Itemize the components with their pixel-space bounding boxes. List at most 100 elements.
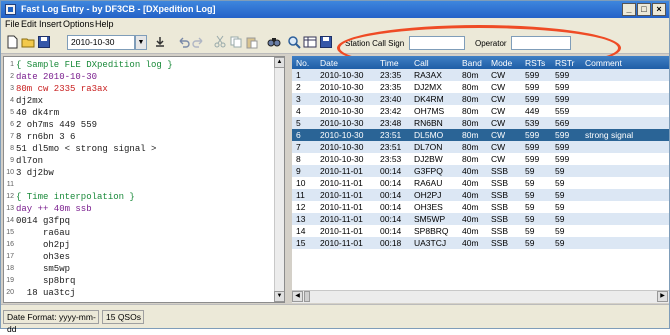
line-number: 13 [6, 205, 14, 212]
scroll-left-arrow-icon[interactable]: ◀ [292, 291, 303, 302]
editor-line[interactable]: 19 sp8brq [4, 275, 278, 287]
column-header[interactable]: RSTr [555, 58, 575, 68]
table-cell: 00:14 [380, 214, 402, 224]
editor-line[interactable]: 3 80m cw 2335 ra3ax [4, 83, 278, 95]
editor-line[interactable]: 2 date 2010-10-30 [4, 71, 278, 83]
table-cell: strong signal [585, 130, 634, 140]
editor-scrollbar[interactable]: ▲ ▼ [274, 57, 284, 302]
table-row[interactable]: 8 2010-10-30 23:53 DJ2BW 80m CW 599 599 [292, 153, 669, 165]
table-cell: 2010-11-01 [320, 226, 363, 236]
column-header[interactable]: RSTs [525, 58, 545, 68]
date-dropdown-button[interactable]: ▼ [135, 35, 147, 50]
table-cell: 599 [555, 130, 570, 140]
column-header[interactable]: Time [380, 58, 399, 68]
log-editor[interactable]: 1{ Sample FLE DXpedition log } 2 date 2010… [3, 56, 285, 303]
copy-icon[interactable] [229, 35, 243, 49]
table-row[interactable]: 2 2010-10-30 23:35 DJ2MX 80m CW 599 599 [292, 81, 669, 93]
editor-line[interactable]: 8 51 dl5mo < strong signal > [4, 143, 278, 155]
close-button[interactable]: × [652, 3, 666, 16]
editor-line[interactable]: 62 oh7ms 449 559 [4, 119, 278, 131]
table-cell: 2010-11-01 [320, 178, 363, 188]
line-text: 0014 g3fpq [16, 216, 71, 226]
search-icon[interactable] [287, 35, 301, 49]
line-text: ra6au [16, 228, 71, 238]
table-row[interactable]: 3 2010-10-30 23:40 DK4RM 80m CW 599 599 [292, 93, 669, 105]
paste-icon[interactable] [245, 35, 259, 49]
column-header[interactable]: Band [462, 58, 482, 68]
scroll-up-arrow-icon[interactable]: ▲ [274, 57, 284, 68]
table-row[interactable]: 4 2010-10-30 23:42 OH7MS 80m CW 449 559 [292, 105, 669, 117]
log-view-icon[interactable] [303, 35, 317, 49]
table-row[interactable]: 11 2010-11-01 00:14 OH2PJ 40m SSB 59 59 [292, 189, 669, 201]
editor-line[interactable]: 11 [4, 179, 278, 191]
scroll-right-arrow-icon[interactable]: ▶ [657, 291, 668, 302]
redo-icon[interactable] [191, 35, 205, 49]
menu-options[interactable]: Options [63, 19, 94, 29]
column-header[interactable]: Call [414, 58, 429, 68]
table-cell: 23:51 [380, 142, 402, 152]
table-cell: OH7MS [414, 106, 445, 116]
minimize-button[interactable]: _ [622, 3, 636, 16]
cut-icon[interactable] [213, 35, 227, 49]
column-header[interactable]: Date [320, 58, 338, 68]
table-row-selected[interactable]: 6 2010-10-30 23:51 DL5MO 80m CW 599 599 strong s… [292, 129, 669, 141]
table-row[interactable]: 15 2010-11-01 00:18 UA3TCJ 40m SSB 59 59 [292, 237, 669, 249]
editor-line[interactable]: 14 0014 g3fpq [4, 215, 278, 227]
menu-file[interactable]: File [5, 19, 20, 29]
column-header[interactable]: Comment [585, 58, 622, 68]
table-horizontal-scrollbar[interactable]: ◀ ▶ [292, 290, 669, 303]
scrollbar-thumb[interactable] [304, 291, 310, 302]
table-cell: SSB [491, 190, 509, 200]
table-row[interactable]: 7 2010-10-30 23:51 DL7ON 80m CW 599 599 [292, 141, 669, 153]
date-input[interactable]: 2010-10-30 [67, 35, 135, 50]
editor-line[interactable]: 17 oh3es [4, 251, 278, 263]
table-cell: 80m [462, 94, 479, 104]
open-folder-icon[interactable] [21, 35, 35, 49]
table-cell: 2010-10-30 [320, 142, 364, 152]
save-icon[interactable] [37, 35, 51, 49]
editor-line[interactable]: 1{ Sample FLE DXpedition log } [4, 59, 278, 71]
table-cell: 59 [555, 214, 565, 224]
editor-line[interactable]: 4 dj2mx [4, 95, 278, 107]
table-row[interactable]: 10 2010-11-01 00:14 RA6AU 40m SSB 59 59 [292, 177, 669, 189]
editor-line[interactable]: 12{ Time interpolation } [4, 191, 278, 203]
editor-line[interactable]: 5 40 dk4rm [4, 107, 278, 119]
column-header[interactable]: No. [296, 58, 309, 68]
line-number: 7 [10, 133, 14, 140]
editor-line[interactable]: 15 ra6au [4, 227, 278, 239]
table-cell: 00:14 [380, 166, 402, 176]
maximize-button[interactable]: □ [637, 3, 651, 16]
window-title: Fast Log Entry - by DF3CB - [DXpedition … [21, 4, 216, 14]
table-cell: 00:14 [380, 226, 402, 236]
new-file-icon[interactable] [5, 35, 19, 49]
table-row[interactable]: 13 2010-11-01 00:14 SM5WP 40m SSB 59 59 [292, 213, 669, 225]
menu-insert[interactable]: Insert [39, 19, 62, 29]
table-row[interactable]: 1 2010-10-30 23:35 RA3AX 80m CW 599 599 [292, 69, 669, 81]
editor-line[interactable]: 20 18 ua3tcj [4, 287, 278, 299]
menu-help[interactable]: Help [95, 19, 114, 29]
editor-line[interactable]: 16 oh2pj [4, 239, 278, 251]
editor-line[interactable]: 10 3 dj2bw [4, 167, 278, 179]
table-row[interactable]: 12 2010-11-01 00:14 OH3ES 40m SSB 59 59 [292, 201, 669, 213]
table-row[interactable]: 5 2010-10-30 23:48 RN6BN 80m CW 539 569 [292, 117, 669, 129]
table-cell: 599 [555, 154, 570, 164]
table-row[interactable]: 9 2010-11-01 00:14 G3FPQ 40m SSB 59 59 [292, 165, 669, 177]
insert-date-icon[interactable] [153, 35, 167, 49]
table-row[interactable]: 14 2010-11-01 00:14 SP8BRQ 40m SSB 59 59 [292, 225, 669, 237]
scroll-down-arrow-icon[interactable]: ▼ [274, 291, 284, 302]
table-cell: 59 [525, 214, 535, 224]
editor-line[interactable]: 18 sm5wp [4, 263, 278, 275]
editor-line[interactable]: 9 dl7on [4, 155, 278, 167]
date-format-status: Date Format: yyyy-mm-dd [3, 310, 99, 334]
save-log-icon[interactable] [319, 35, 333, 49]
find-icon[interactable] [267, 35, 281, 49]
column-header[interactable]: Mode [491, 58, 512, 68]
title-bar[interactable]: Fast Log Entry - by DF3CB - [DXpedition … [1, 1, 669, 18]
menu-edit[interactable]: Edit [21, 19, 37, 29]
editor-line[interactable]: 13 day ++ 40m ssb [4, 203, 278, 215]
line-text: oh2pj [16, 240, 71, 250]
table-cell: 59 [555, 178, 565, 188]
undo-icon[interactable] [177, 35, 191, 49]
line-number: 8 [10, 145, 14, 152]
editor-line[interactable]: 78 rn6bn 3 6 [4, 131, 278, 143]
